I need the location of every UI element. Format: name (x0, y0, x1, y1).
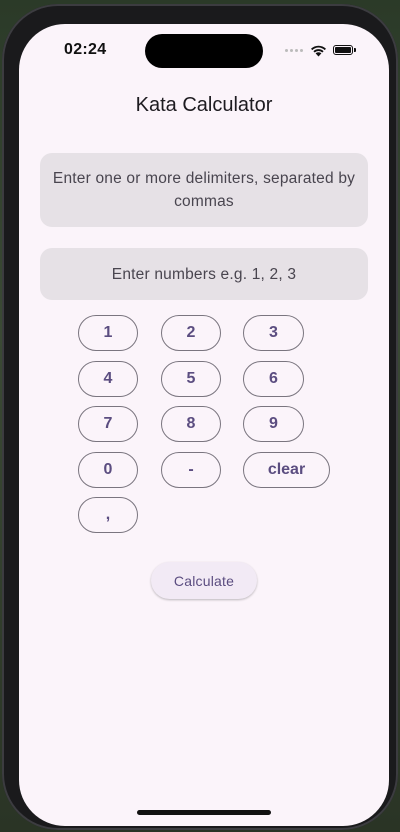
key-1[interactable]: 1 (78, 315, 138, 351)
app-title: Kata Calculator (135, 94, 273, 116)
key-comma[interactable]: , (78, 497, 138, 533)
key-7[interactable]: 7 (78, 406, 138, 442)
app-screen: 02:24 Kata Calculator Enter one or more … (19, 24, 389, 826)
numbers-placeholder: Enter numbers e.g. 1, 2, 3 (111, 265, 297, 283)
key-6[interactable]: 6 (243, 361, 304, 397)
key-9[interactable]: 9 (243, 406, 304, 442)
clear-button[interactable]: clear (243, 452, 330, 488)
wifi-icon (311, 45, 326, 57)
status-bar: 02:24 (19, 24, 389, 76)
key-3[interactable]: 3 (243, 315, 304, 351)
key-0[interactable]: 0 (78, 452, 138, 488)
battery-icon (333, 45, 356, 55)
key-8[interactable]: 8 (161, 406, 221, 442)
calculate-button[interactable]: Calculate (151, 562, 257, 599)
dynamic-island (145, 34, 263, 68)
numbers-input[interactable]: Enter numbers e.g. 1, 2, 3 (40, 248, 368, 300)
phone-frame: 02:24 Kata Calculator Enter one or more … (2, 4, 398, 830)
key-minus[interactable]: - (161, 452, 221, 488)
key-5[interactable]: 5 (161, 361, 221, 397)
status-time: 02:24 (64, 41, 107, 58)
key-4[interactable]: 4 (78, 361, 138, 397)
cellular-signal-icon (285, 49, 303, 52)
delimiters-input[interactable]: Enter one or more delimiters, separated … (40, 153, 368, 227)
delimiters-placeholder: Enter one or more delimiters, separated … (52, 170, 356, 210)
key-2[interactable]: 2 (161, 315, 221, 351)
home-indicator (137, 810, 271, 815)
